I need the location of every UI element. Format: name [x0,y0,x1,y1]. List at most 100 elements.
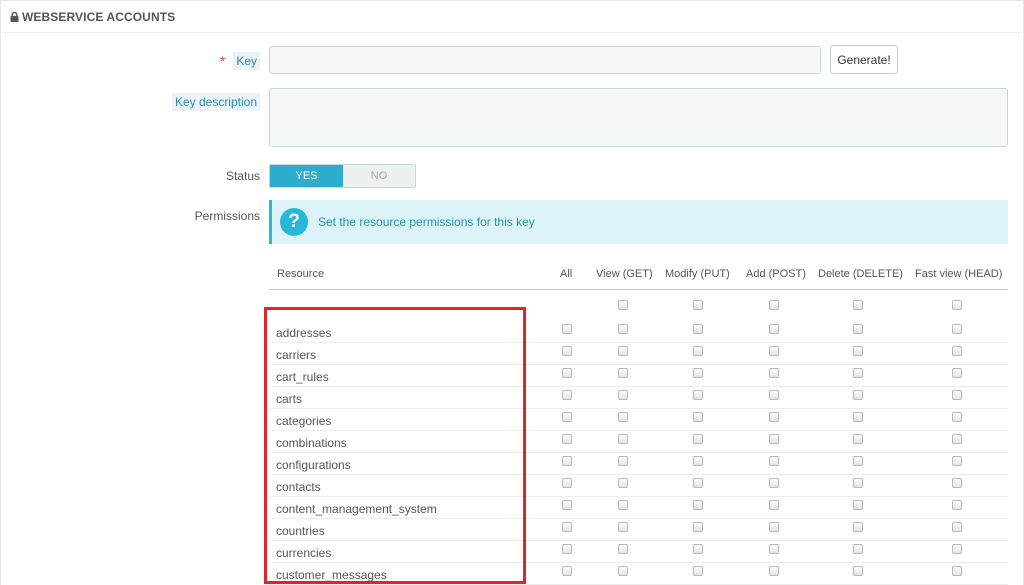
permission-add-checkbox[interactable] [769,434,779,444]
permission-all-checkbox[interactable] [562,434,572,444]
question-circle-icon: ? [280,208,308,236]
permission-all-checkbox[interactable] [562,368,572,378]
select-all-delete-checkbox[interactable] [853,300,863,310]
permission-all-checkbox[interactable] [562,478,572,488]
permission-add-checkbox[interactable] [769,566,779,576]
column-header-add: Add (POST) [746,268,806,280]
column-header-head: Fast view (HEAD) [915,268,1003,280]
permission-modify-checkbox[interactable] [693,346,703,356]
permission-view-checkbox[interactable] [618,456,628,466]
column-header-all: All [560,268,573,280]
permission-add-checkbox[interactable] [769,522,779,532]
key-description-textarea[interactable] [269,88,1008,147]
permission-modify-checkbox[interactable] [693,368,703,378]
permission-add-checkbox[interactable] [769,324,779,334]
permission-delete-checkbox[interactable] [853,522,863,532]
permission-view-checkbox[interactable] [618,522,628,532]
key-label-wrap: * Key [210,52,260,70]
permission-view-checkbox[interactable] [618,390,628,400]
panel-title: WEBSERVICE ACCOUNTS [22,9,176,24]
permission-add-checkbox[interactable] [769,346,779,356]
permission-delete-checkbox[interactable] [853,412,863,422]
permission-delete-checkbox[interactable] [853,478,863,488]
permission-all-checkbox[interactable] [562,566,572,576]
permission-head-checkbox[interactable] [952,390,962,400]
permission-add-checkbox[interactable] [769,456,779,466]
select-all-view-checkbox[interactable] [618,300,628,310]
panel-heading: WEBSERVICE ACCOUNTS [1,1,1023,33]
select-all-add-checkbox[interactable] [769,300,779,310]
permission-all-checkbox[interactable] [562,412,572,422]
lock-icon [10,11,19,22]
permission-all-checkbox[interactable] [562,522,572,532]
permissions-info-alert: ? Set the resource permissions for this … [269,200,1008,244]
permission-add-checkbox[interactable] [769,368,779,378]
key-input[interactable] [269,46,821,74]
permission-head-checkbox[interactable] [952,368,962,378]
permission-view-checkbox[interactable] [618,544,628,554]
permission-add-checkbox[interactable] [769,478,779,488]
permission-delete-checkbox[interactable] [853,500,863,510]
permissions-label: Permissions [194,209,260,223]
permission-modify-checkbox[interactable] [693,390,703,400]
permission-delete-checkbox[interactable] [853,566,863,576]
key-label: Key [233,52,260,70]
permission-modify-checkbox[interactable] [693,566,703,576]
status-label: Status [225,169,260,183]
permission-head-checkbox[interactable] [952,324,962,334]
permission-add-checkbox[interactable] [769,390,779,400]
permission-view-checkbox[interactable] [618,346,628,356]
permission-modify-checkbox[interactable] [693,544,703,554]
permission-modify-checkbox[interactable] [693,412,703,422]
permission-add-checkbox[interactable] [769,500,779,510]
permission-modify-checkbox[interactable] [693,478,703,488]
permission-delete-checkbox[interactable] [853,390,863,400]
permission-head-checkbox[interactable] [952,566,962,576]
permission-modify-checkbox[interactable] [693,324,703,334]
status-no-option[interactable]: NO [343,165,415,187]
permission-modify-checkbox[interactable] [693,500,703,510]
permission-delete-checkbox[interactable] [853,434,863,444]
permission-view-checkbox[interactable] [618,412,628,422]
permission-all-checkbox[interactable] [562,500,572,510]
permission-view-checkbox[interactable] [618,566,628,576]
permission-view-checkbox[interactable] [618,478,628,488]
permission-head-checkbox[interactable] [952,412,962,422]
column-header-view: View (GET) [596,268,653,280]
permission-view-checkbox[interactable] [618,368,628,378]
permission-view-checkbox[interactable] [618,500,628,510]
permission-delete-checkbox[interactable] [853,368,863,378]
permission-modify-checkbox[interactable] [693,456,703,466]
permission-head-checkbox[interactable] [952,544,962,554]
generate-button[interactable]: Generate! [830,45,898,74]
permission-view-checkbox[interactable] [618,434,628,444]
permission-head-checkbox[interactable] [952,456,962,466]
permission-modify-checkbox[interactable] [693,434,703,444]
permission-head-checkbox[interactable] [952,478,962,488]
permission-delete-checkbox[interactable] [853,324,863,334]
permission-all-checkbox[interactable] [562,456,572,466]
select-all-modify-checkbox[interactable] [693,300,703,310]
permission-view-checkbox[interactable] [618,324,628,334]
permission-delete-checkbox[interactable] [853,346,863,356]
permission-head-checkbox[interactable] [952,500,962,510]
permission-modify-checkbox[interactable] [693,522,703,532]
permission-all-checkbox[interactable] [562,324,572,334]
permission-all-checkbox[interactable] [562,544,572,554]
permission-head-checkbox[interactable] [952,346,962,356]
status-switch[interactable]: YES NO [269,164,416,188]
column-header-delete: Delete (DELETE) [818,268,903,280]
permission-head-checkbox[interactable] [952,434,962,444]
status-yes-option[interactable]: YES [270,165,343,187]
column-header-resource: Resource [277,268,325,280]
select-all-head-checkbox[interactable] [952,300,962,310]
permission-add-checkbox[interactable] [769,544,779,554]
required-mark: * [219,53,226,69]
permission-all-checkbox[interactable] [562,390,572,400]
permission-add-checkbox[interactable] [769,412,779,422]
column-header-modify: Modify (PUT) [665,268,730,280]
permission-delete-checkbox[interactable] [853,456,863,466]
permission-delete-checkbox[interactable] [853,544,863,554]
permission-all-checkbox[interactable] [562,346,572,356]
permission-head-checkbox[interactable] [952,522,962,532]
